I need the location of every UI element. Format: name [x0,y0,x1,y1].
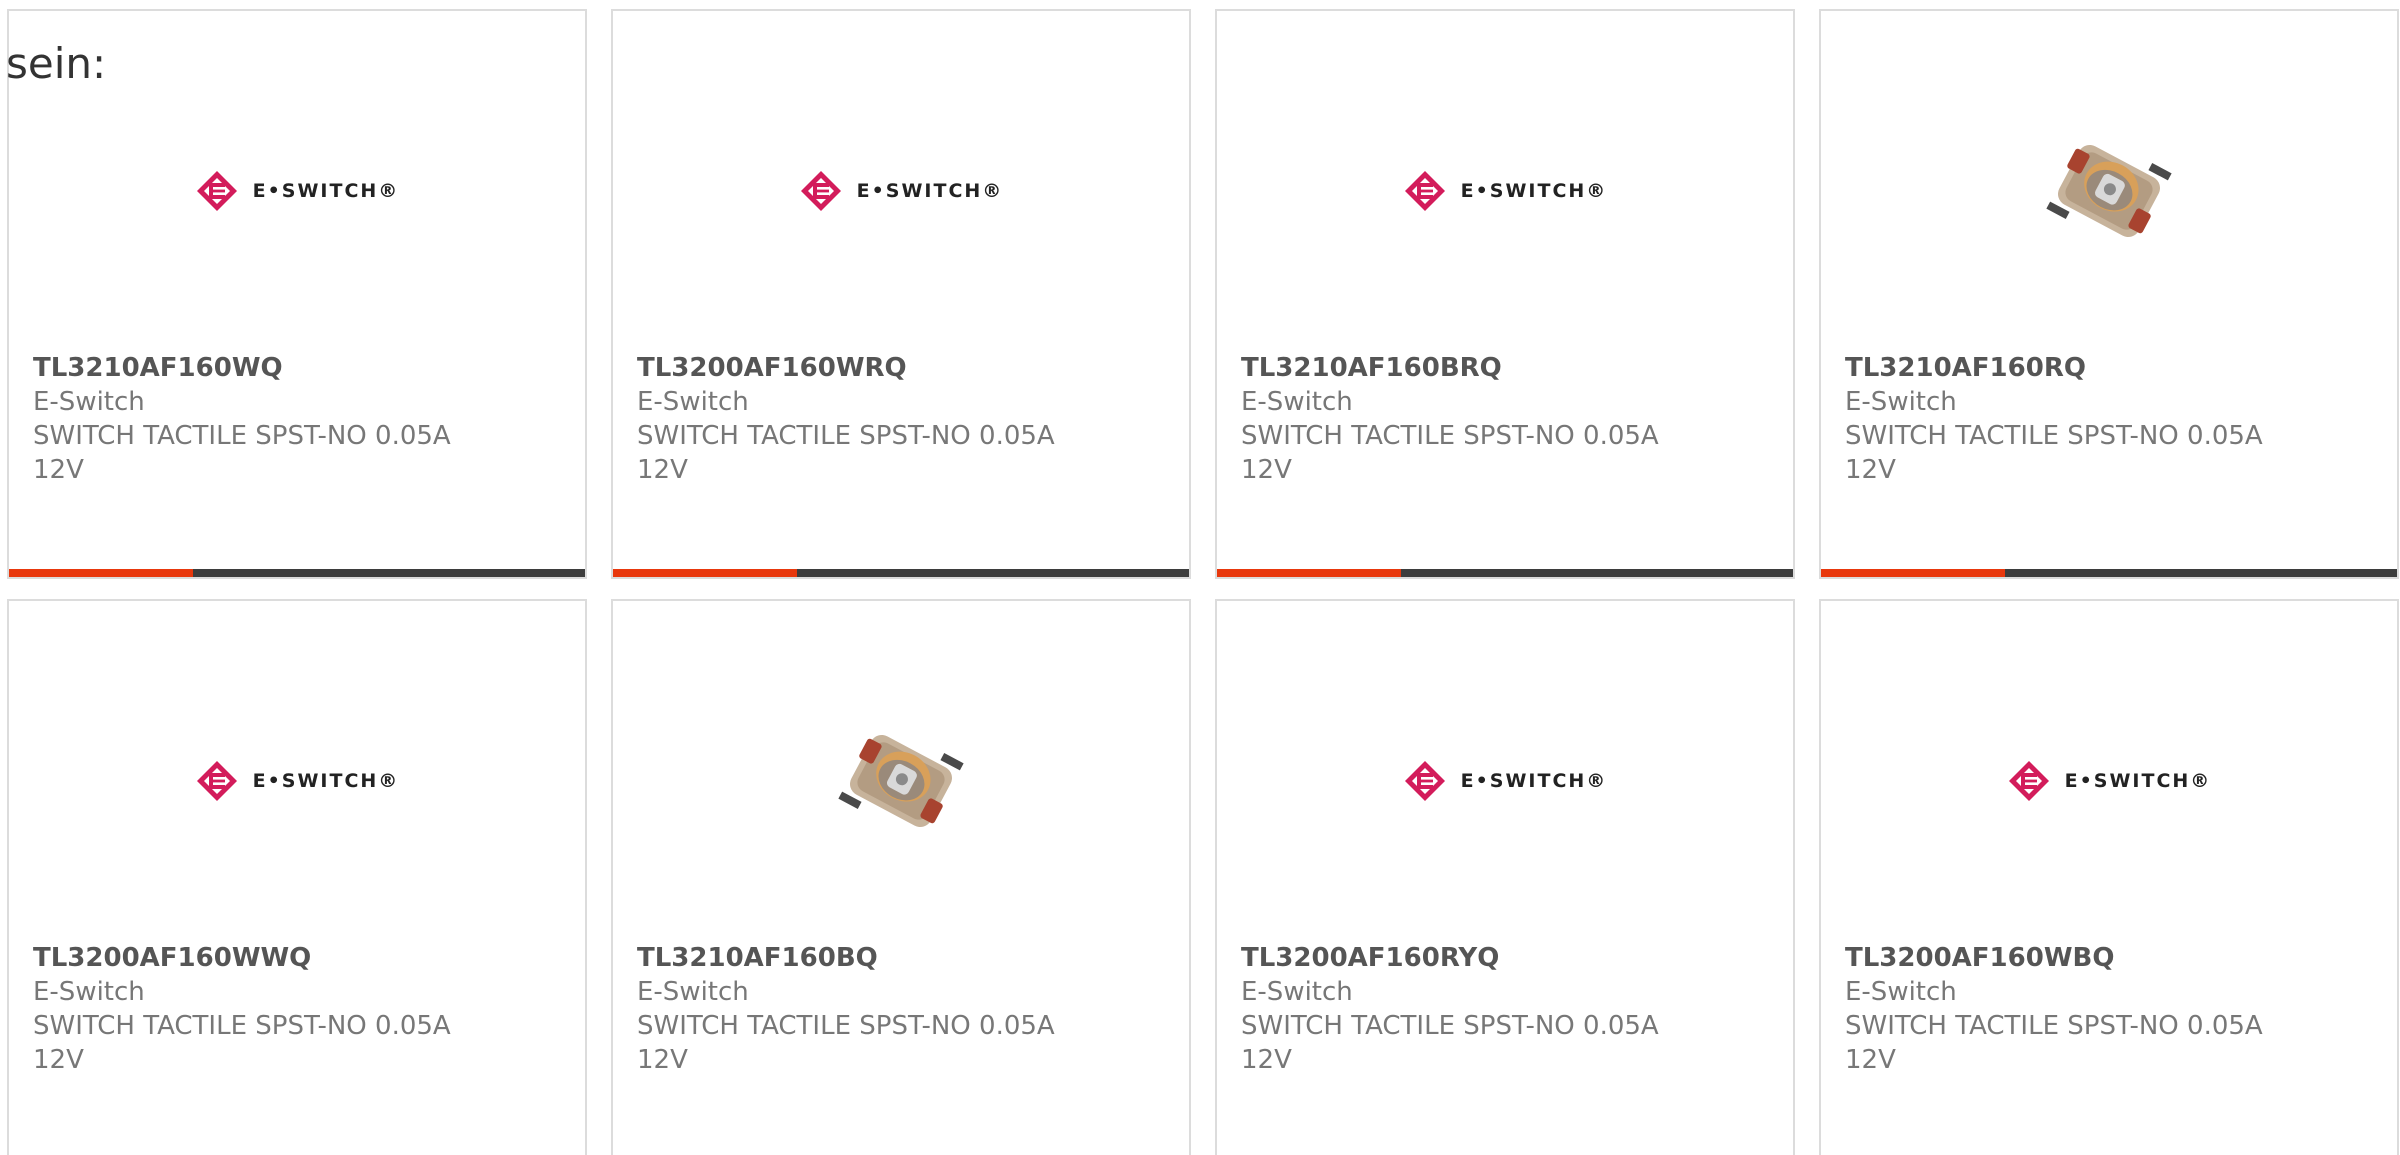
logo-emblem-icon [196,761,237,801]
description: SWITCH TACTILE SPST-NO 0.05A 12V [33,1011,451,1075]
card-text: TL3200AF160RYQ E-Switch SWITCH TACTILE S… [1241,941,1761,1077]
product-card[interactable]: E•SWITCH® TL3210AF160BRQ E-Switch SWITCH… [1215,9,1795,579]
progress-bar [613,569,1189,577]
card-text: TL3210AF160RQ E-Switch SWITCH TACTILE SP… [1845,351,2365,487]
manufacturer: E-Switch [33,977,145,1007]
description: SWITCH TACTILE SPST-NO 0.05A 12V [33,421,451,485]
logo-wordmark: E•SWITCH® [252,180,400,202]
part-number[interactable]: TL3200AF160WRQ [637,351,1157,385]
e-switch-logo: E•SWITCH® [799,169,1004,213]
e-switch-logo: E•SWITCH® [2007,759,2212,803]
product-photo-icon [2046,144,2172,238]
product-card[interactable]: E•SWITCH® TL3200AF160WRQ E-Switch SWITCH… [611,9,1191,579]
card-image [613,671,1189,891]
logo-emblem-icon [1404,171,1445,211]
part-number[interactable]: TL3200AF160WBQ [1845,941,2365,975]
logo-emblem-icon [2008,761,2049,801]
manufacturer: E-Switch [1241,387,1353,417]
progress-bar [9,569,585,577]
logo-wordmark: E•SWITCH® [1460,180,1608,202]
progress-fill [1821,569,2006,577]
product-card[interactable]: TL3210AF160RQ E-Switch SWITCH TACTILE SP… [1819,9,2399,579]
product-card[interactable]: E•SWITCH® TL3200AF160RYQ E-Switch SWITCH… [1215,599,1795,1155]
progress-fill [613,569,798,577]
e-switch-logo: E•SWITCH® [195,169,400,213]
logo-wordmark: E•SWITCH® [856,180,1004,202]
manufacturer: E-Switch [1241,977,1353,1007]
logo-emblem-icon [196,171,237,211]
part-number[interactable]: TL3200AF160WWQ [33,941,553,975]
card-text: TL3210AF160WQ E-Switch SWITCH TACTILE SP… [33,351,553,487]
manufacturer: E-Switch [1845,387,1957,417]
manufacturer: E-Switch [1845,977,1957,1007]
logo-emblem-icon [1404,761,1445,801]
card-text: TL3200AF160WRQ E-Switch SWITCH TACTILE S… [637,351,1157,487]
card-image: E•SWITCH® [9,671,585,891]
logo-wordmark: E•SWITCH® [1460,770,1608,792]
part-number[interactable]: TL3210AF160BQ [637,941,1157,975]
logo-emblem-icon [800,171,841,211]
e-switch-logo: E•SWITCH® [195,759,400,803]
card-image: E•SWITCH® [1821,671,2397,891]
card-image: E•SWITCH® [613,81,1189,301]
manufacturer: E-Switch [637,977,749,1007]
part-number[interactable]: TL3200AF160RYQ [1241,941,1761,975]
card-image: E•SWITCH® [9,81,585,301]
description: SWITCH TACTILE SPST-NO 0.05A 12V [637,421,1055,485]
description: SWITCH TACTILE SPST-NO 0.05A 12V [1241,1011,1659,1075]
part-number[interactable]: TL3210AF160WQ [33,351,553,385]
e-switch-logo: E•SWITCH® [1403,759,1608,803]
description: SWITCH TACTILE SPST-NO 0.05A 12V [1845,421,2263,485]
progress-fill [1217,569,1402,577]
description: SWITCH TACTILE SPST-NO 0.05A 12V [637,1011,1055,1075]
e-switch-logo: E•SWITCH® [1403,169,1608,213]
description: SWITCH TACTILE SPST-NO 0.05A 12V [1241,421,1659,485]
product-card[interactable]: TL3210AF160BQ E-Switch SWITCH TACTILE SP… [611,599,1191,1155]
product-card[interactable]: E•SWITCH® TL3200AF160WWQ E-Switch SWITCH… [7,599,587,1155]
intro-text: sein: [6,39,107,88]
logo-wordmark: E•SWITCH® [2064,770,2212,792]
card-image [1821,81,2397,301]
card-text: TL3200AF160WBQ E-Switch SWITCH TACTILE S… [1845,941,2365,1077]
part-number[interactable]: TL3210AF160RQ [1845,351,2365,385]
progress-bar [1821,569,2397,577]
product-card[interactable]: E•SWITCH® TL3210AF160WQ E-Switch SWITCH … [7,9,587,579]
page: sein: E•SWITCH® TL3210AF160WQ E-Switch S… [0,0,2400,1155]
manufacturer: E-Switch [637,387,749,417]
logo-wordmark: E•SWITCH® [252,770,400,792]
progress-fill [9,569,194,577]
manufacturer: E-Switch [33,387,145,417]
card-text: TL3210AF160BQ E-Switch SWITCH TACTILE SP… [637,941,1157,1077]
card-text: TL3210AF160BRQ E-Switch SWITCH TACTILE S… [1241,351,1761,487]
part-number[interactable]: TL3210AF160BRQ [1241,351,1761,385]
description: SWITCH TACTILE SPST-NO 0.05A 12V [1845,1011,2263,1075]
product-grid: E•SWITCH® TL3210AF160WQ E-Switch SWITCH … [7,9,2399,1155]
card-image: E•SWITCH® [1217,81,1793,301]
card-text: TL3200AF160WWQ E-Switch SWITCH TACTILE S… [33,941,553,1077]
product-card[interactable]: E•SWITCH® TL3200AF160WBQ E-Switch SWITCH… [1819,599,2399,1155]
card-image: E•SWITCH® [1217,671,1793,891]
progress-bar [1217,569,1793,577]
product-photo-icon [838,734,964,828]
